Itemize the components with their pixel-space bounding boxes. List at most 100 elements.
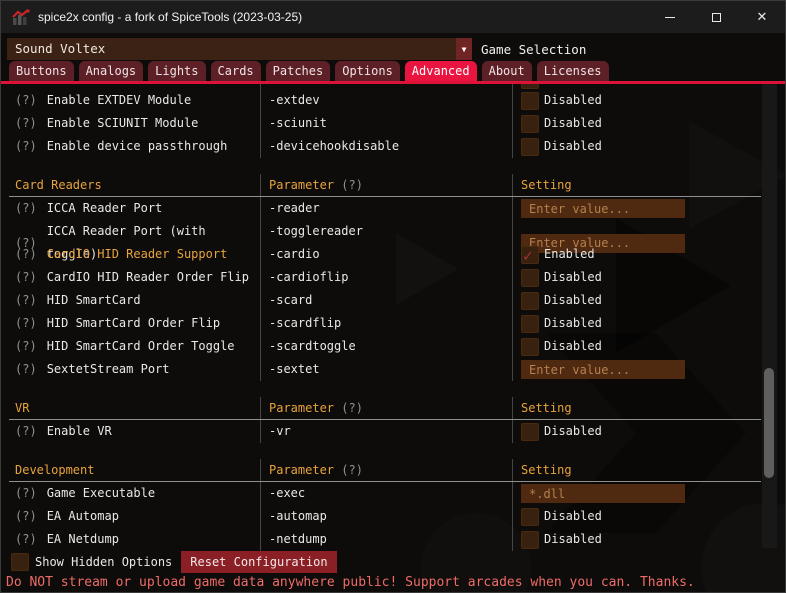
help-icon[interactable]: (?) [341,178,363,192]
row-parameter: -cardioflip [269,270,348,284]
maximize-button[interactable] [693,1,739,33]
row-label: Enable SCIUNIT Module [47,112,199,135]
parameter-column-header: Parameter (?) [260,174,512,196]
close-icon: ✕ [757,11,768,24]
setting-checkbox[interactable]: ✓ [521,92,539,110]
help-icon[interactable]: (?) [15,482,37,505]
table-row: (?) Enable VR -vr ✓Disabled [9,420,761,443]
setting-state-label: Disabled [544,89,602,112]
help-icon[interactable]: (?) [15,89,37,112]
help-icon[interactable]: (?) [341,401,363,415]
row-label: HID SmartCard Order Flip [47,312,220,335]
tab-cards[interactable]: Cards [211,61,261,81]
setting-state-label: Disabled [544,135,602,158]
setting-checkbox[interactable]: ✓ [521,338,539,356]
tab-analogs[interactable]: Analogs [79,61,144,81]
app-logo-icon [12,9,30,25]
setting-value-input[interactable] [521,199,685,218]
setting-checkbox[interactable]: ✓ [521,292,539,310]
setting-state-label: Disabled [544,289,602,312]
settings-section: VR Parameter (?) Setting (?) Enable VR -… [9,397,761,443]
help-icon[interactable]: (?) [15,358,37,381]
section-header: VR Parameter (?) Setting [9,397,761,419]
help-icon[interactable]: (?) [15,420,37,443]
parameter-column-header: Parameter (?) [260,397,512,419]
table-row: (?) SextetStream Port -sextet [9,358,761,381]
help-icon[interactable]: (?) [15,197,37,220]
help-icon[interactable]: (?) [15,243,37,266]
setting-state-label: Disabled [544,112,602,135]
row-parameter: -togglereader [269,224,363,238]
table-row: (?) ICCA Reader Port (with toggle) -togg… [9,220,761,243]
setting-checkbox[interactable]: ✓ [521,269,539,287]
setting-checkbox[interactable]: ✓ [521,531,539,549]
footer-warning: Do NOT stream or upload game data anywhe… [6,575,695,590]
tab-options[interactable]: Options [335,61,400,81]
show-hidden-label: Show Hidden Options [35,555,172,569]
help-icon[interactable]: (?) [15,112,37,135]
row-parameter: -scardflip [269,316,341,330]
row-parameter: -reader [269,201,320,215]
help-icon[interactable]: (?) [15,312,37,335]
setting-checkbox[interactable]: ✓ [521,315,539,333]
setting-state-label: Disabled [544,505,602,528]
table-row: (?) EA Automap -automap ✓Disabled [9,505,761,528]
setting-checkbox[interactable] [521,84,539,89]
row-parameter: -extdev [269,93,320,107]
table-row: (?) Game Executable -exec [9,482,761,505]
setting-checkbox[interactable]: ✓ [521,508,539,526]
table-row: (?) CardIO HID Reader Order Flip -cardio… [9,266,761,289]
setting-value-input[interactable] [521,360,685,379]
table-row: (?) EA Netdump -netdump ✓Disabled [9,528,761,551]
setting-checkbox[interactable]: ✓ [521,138,539,156]
row-label: HID SmartCard [47,289,141,312]
scrollbar-thumb[interactable] [764,368,774,478]
row-parameter: -sextet [269,362,320,376]
help-icon[interactable]: (?) [15,289,37,312]
app-body: Sound Voltex ▼ Game Selection ButtonsAna… [1,33,785,592]
row-parameter: -vr [269,424,291,438]
tab-licenses[interactable]: Licenses [537,61,609,81]
setting-state-label: Disabled [544,335,602,358]
setting-checkbox[interactable]: ✓ [521,246,539,264]
row-parameter: -exec [269,486,305,500]
tab-buttons[interactable]: Buttons [9,61,74,81]
row-label: EA Netdump [47,528,119,551]
row-parameter: -scardtoggle [269,339,356,353]
table-row: (?) CardIO HID Reader Support -cardio ✓E… [9,243,761,266]
help-icon[interactable]: (?) [15,335,37,358]
section-title: Development [9,459,260,481]
table-row: (?) Enable EXTDEV Module -extdev ✓Disabl… [9,89,761,112]
show-hidden-checkbox[interactable] [11,553,29,571]
help-icon[interactable]: (?) [341,463,363,477]
tab-patches[interactable]: Patches [266,61,331,81]
help-icon[interactable]: (?) [15,266,37,289]
settings-section: Development Parameter (?) Setting (?) Ga… [9,459,761,551]
setting-state-label: Disabled [544,266,602,289]
setting-column-header: Setting [512,174,761,196]
row-label: SextetStream Port [47,358,170,381]
section-title: VR [9,397,260,419]
table-row: (?) Enable SCIUNIT Module -sciunit ✓Disa… [9,112,761,135]
help-icon[interactable]: (?) [15,505,37,528]
setting-checkbox[interactable]: ✓ [521,423,539,441]
setting-value-input[interactable] [521,484,685,503]
row-label: CardIO HID Reader Support [47,243,228,266]
help-icon[interactable]: (?) [15,528,37,551]
game-selection-dropdown[interactable]: Sound Voltex [7,38,456,60]
chevron-down-icon[interactable]: ▼ [456,38,472,60]
table-row: (?) ICCA Reader Port -reader [9,197,761,220]
setting-checkbox[interactable]: ✓ [521,115,539,133]
row-label: ICCA Reader Port [47,197,163,220]
bottom-bar: Show Hidden Options Reset Configuration [11,550,337,574]
tab-lights[interactable]: Lights [148,61,205,81]
row-label: EA Automap [47,505,119,528]
tab-advanced[interactable]: Advanced [405,61,477,81]
minimize-button[interactable] [647,1,693,33]
setting-state-label: Disabled [544,420,602,443]
scrollbar-track[interactable] [762,84,777,548]
help-icon[interactable]: (?) [15,135,37,158]
tab-about[interactable]: About [482,61,532,81]
reset-configuration-button[interactable]: Reset Configuration [181,551,336,573]
close-button[interactable]: ✕ [739,1,785,33]
